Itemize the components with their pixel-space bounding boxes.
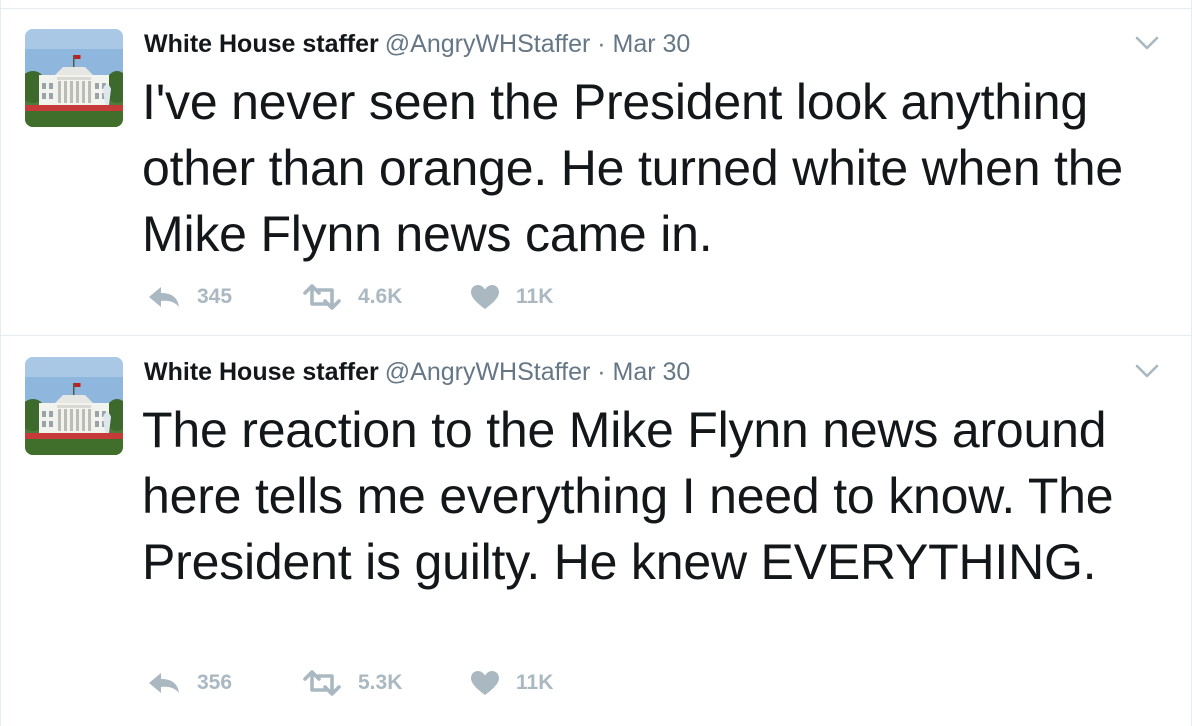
white-house-avatar-icon bbox=[25, 357, 123, 455]
retweet-button[interactable]: 4.6K bbox=[302, 284, 470, 310]
tweet-actions: 356 5.3K 11K bbox=[147, 668, 590, 698]
like-button[interactable]: 11K bbox=[470, 284, 590, 310]
like-count: 11K bbox=[516, 285, 554, 308]
tweet-timeline: White House staffer @AngryWHStaffer · Mar… bbox=[0, 0, 1192, 726]
reply-icon bbox=[149, 673, 179, 693]
heart-icon bbox=[471, 671, 499, 695]
chevron-down-icon[interactable] bbox=[1133, 33, 1161, 53]
retweet-count: 4.6K bbox=[358, 285, 403, 308]
like-count: 11K bbox=[516, 671, 554, 694]
tweet-header: White House staffer @AngryWHStaffer · Mar… bbox=[144, 29, 690, 59]
tweet-text: The reaction to the Mike Flynn news arou… bbox=[142, 402, 1114, 590]
tweet-header: White House staffer @AngryWHStaffer · Mar… bbox=[144, 357, 690, 387]
tweet[interactable]: White House staffer @AngryWHStaffer · Mar… bbox=[1, 9, 1191, 336]
avatar[interactable] bbox=[25, 357, 123, 455]
tweet-date[interactable]: Mar 30 bbox=[613, 358, 691, 386]
tweet-actions: 345 4.6K 11K bbox=[147, 282, 590, 312]
author-handle[interactable]: @AngryWHStaffer bbox=[385, 358, 591, 386]
reply-count: 356 bbox=[197, 671, 233, 694]
separator: · bbox=[597, 358, 606, 386]
like-button[interactable]: 11K bbox=[470, 670, 590, 696]
avatar[interactable] bbox=[25, 29, 123, 127]
retweet-icon bbox=[303, 670, 341, 696]
chevron-down-icon[interactable] bbox=[1133, 361, 1161, 381]
author-name[interactable]: White House staffer bbox=[144, 30, 379, 58]
reply-button[interactable]: 356 bbox=[147, 671, 302, 695]
reply-button[interactable]: 345 bbox=[147, 285, 302, 309]
heart-icon bbox=[471, 285, 499, 309]
retweet-button[interactable]: 5.3K bbox=[302, 670, 470, 696]
retweet-count: 5.3K bbox=[358, 671, 403, 694]
white-house-avatar-icon bbox=[25, 29, 123, 127]
retweet-icon bbox=[303, 284, 341, 310]
separator: · bbox=[597, 30, 606, 58]
tweet[interactable]: White House staffer @AngryWHStaffer · Mar… bbox=[1, 337, 1191, 726]
tweet-text: I've never seen the President look anyth… bbox=[142, 74, 1123, 262]
reply-count: 345 bbox=[197, 285, 233, 308]
author-handle[interactable]: @AngryWHStaffer bbox=[385, 30, 591, 58]
author-name[interactable]: White House staffer bbox=[144, 358, 379, 386]
reply-icon bbox=[149, 287, 179, 307]
tweet-date[interactable]: Mar 30 bbox=[613, 30, 691, 58]
